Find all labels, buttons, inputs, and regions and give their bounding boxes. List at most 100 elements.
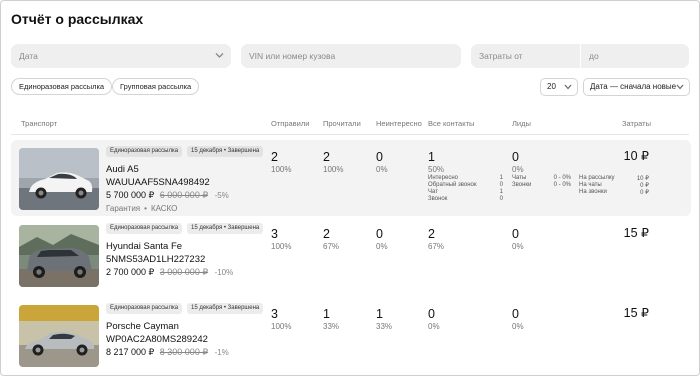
leads-pct: 0% xyxy=(512,242,524,251)
report-window: Отчёт о рассылках Дата VIN или номер куз… xyxy=(0,0,700,376)
discount: -10% xyxy=(214,268,234,277)
read-count: 2 xyxy=(323,227,330,241)
cost-breakdown-value: 0 ₽ xyxy=(640,183,649,189)
header-transport: Транспорт xyxy=(21,119,58,128)
extra-warranty: Гарантия xyxy=(106,204,141,213)
vin-search-input[interactable]: VIN или номер кузова xyxy=(241,44,461,68)
current-price: 8 217 000 ₽ xyxy=(106,347,155,357)
cost-total: 15 ₽ xyxy=(623,306,649,320)
mailing-date-tag: 15 декабря • Завершена xyxy=(187,223,264,234)
read-pct: 100% xyxy=(323,165,344,174)
contacts-count: 1 xyxy=(428,150,435,164)
mailing-type-group-button[interactable]: Групповая рассылка xyxy=(112,78,200,95)
header-not-interested: Неинтересно xyxy=(376,119,422,128)
header-sent: Отправили xyxy=(271,119,310,128)
not-interested-pct: 0% xyxy=(376,165,388,174)
sent-pct: 100% xyxy=(271,165,292,174)
sort-select[interactable]: Дата — сначала новые xyxy=(583,78,690,96)
contacts-breakdown-value: 0 xyxy=(499,182,503,188)
table-row[interactable]: Единоразовая рассылка 15 декабря • Завер… xyxy=(11,297,691,373)
cost-from-input[interactable]: Затраты от xyxy=(471,44,580,68)
car-vin: WAUUAAF5SNA498492 xyxy=(106,177,210,188)
sent-pct: 100% xyxy=(271,322,292,331)
car-name: Porsche Cayman xyxy=(106,321,179,332)
leads-breakdown-value: 0 - 0% xyxy=(553,182,571,188)
sort-value: Дата — сначала новые xyxy=(590,82,677,91)
mailing-type-single-button[interactable]: Единоразовая рассылка xyxy=(11,78,113,95)
not-interested-count: 1 xyxy=(376,307,383,321)
date-filter-placeholder: Дата xyxy=(19,51,38,61)
mailing-date-tag: 15 декабря • Завершена xyxy=(187,303,264,314)
cost-from-placeholder: Затраты от xyxy=(479,51,523,61)
cost-total: 10 ₽ xyxy=(623,149,649,163)
cost-breakdown-value: 0 ₽ xyxy=(640,190,649,196)
cost-to-input[interactable]: до xyxy=(581,44,689,68)
contacts-breakdown-value: 1 xyxy=(499,175,503,181)
sent-count: 2 xyxy=(271,150,278,164)
mailing-type-tag: Единоразовая рассылка xyxy=(106,303,183,314)
header-leads: Лиды xyxy=(512,119,531,128)
sent-count: 3 xyxy=(271,227,278,241)
car-extras: Гарантия • КАСКО xyxy=(106,204,177,213)
chevron-down-icon xyxy=(564,84,572,90)
leads-count: 0 xyxy=(512,227,519,241)
leads-pct: 0% xyxy=(512,165,524,174)
contacts-pct: 67% xyxy=(428,242,445,251)
leads-pct: 0% xyxy=(512,322,524,331)
cost-breakdown-value: 10 ₽ xyxy=(636,176,649,182)
read-pct: 33% xyxy=(323,322,340,331)
car-photo-hyundai xyxy=(19,225,99,287)
dot-separator: • xyxy=(144,204,147,213)
car-photo-porsche xyxy=(19,305,99,367)
old-price: 8 300 000 ₽ xyxy=(159,347,209,357)
not-interested-count: 0 xyxy=(376,150,383,164)
leads-count: 0 xyxy=(512,307,519,321)
car-photo-audi xyxy=(19,148,99,210)
car-price: 2 700 000 ₽ 3 000 000 ₽ -10% xyxy=(106,267,233,278)
leads-breakdown-label: Звонки xyxy=(512,182,532,188)
contacts-breakdown-value: 0 xyxy=(499,196,503,202)
contacts-breakdown-label: Чат xyxy=(428,189,438,195)
per-page-select[interactable]: 20 xyxy=(540,78,578,96)
chevron-down-icon xyxy=(215,53,224,58)
car-price: 8 217 000 ₽ 8 300 000 ₽ -1% xyxy=(106,347,229,358)
table-row[interactable]: Единоразовая рассылка 15 декабря • Завер… xyxy=(11,140,691,216)
per-page-value: 20 xyxy=(547,82,556,91)
mailing-type-tag: Единоразовая рассылка xyxy=(106,146,183,157)
sent-count: 3 xyxy=(271,307,278,321)
contacts-breakdown-label: Звонок xyxy=(428,196,448,202)
leads-breakdown-label: Чаты xyxy=(512,175,527,181)
cost-to-placeholder: до xyxy=(589,51,599,61)
table-row[interactable]: Единоразовая рассылка 15 декабря • Завер… xyxy=(11,217,691,293)
contacts-count: 2 xyxy=(428,227,435,241)
header-divider xyxy=(11,134,689,135)
contacts-pct: 50% xyxy=(428,165,445,174)
discount: -5% xyxy=(214,191,229,200)
leads-breakdown-value: 0 - 0% xyxy=(553,175,571,181)
header-cost: Затраты xyxy=(622,119,651,128)
contacts-breakdown-label: Интересно xyxy=(428,175,458,181)
chevron-down-icon xyxy=(676,84,684,90)
car-price: 5 700 000 ₽ 6 000 000 ₽ -5% xyxy=(106,190,229,201)
extra-kasko: КАСКО xyxy=(150,204,178,213)
leads-count: 0 xyxy=(512,150,519,164)
read-count: 2 xyxy=(323,150,330,164)
page-title: Отчёт о рассылках xyxy=(11,11,144,27)
not-interested-pct: 33% xyxy=(376,322,393,331)
contacts-count: 0 xyxy=(428,307,435,321)
contacts-breakdown-label: Обратный звонок xyxy=(428,182,477,188)
contacts-pct: 0% xyxy=(428,322,440,331)
car-vin: WP0AC2A80MS289242 xyxy=(106,334,208,345)
header-read: Прочитали xyxy=(323,119,361,128)
cost-breakdown-label: На звонки xyxy=(579,189,607,195)
not-interested-pct: 0% xyxy=(376,242,388,251)
date-filter[interactable]: Дата xyxy=(11,44,231,68)
mailing-type-tag: Единоразовая рассылка xyxy=(106,223,183,234)
read-pct: 67% xyxy=(323,242,340,251)
discount: -1% xyxy=(214,348,229,357)
not-interested-count: 0 xyxy=(376,227,383,241)
cost-total: 15 ₽ xyxy=(623,226,649,240)
current-price: 5 700 000 ₽ xyxy=(106,190,155,200)
car-name: Audi A5 xyxy=(106,164,139,175)
contacts-breakdown-value: 1 xyxy=(499,189,503,195)
